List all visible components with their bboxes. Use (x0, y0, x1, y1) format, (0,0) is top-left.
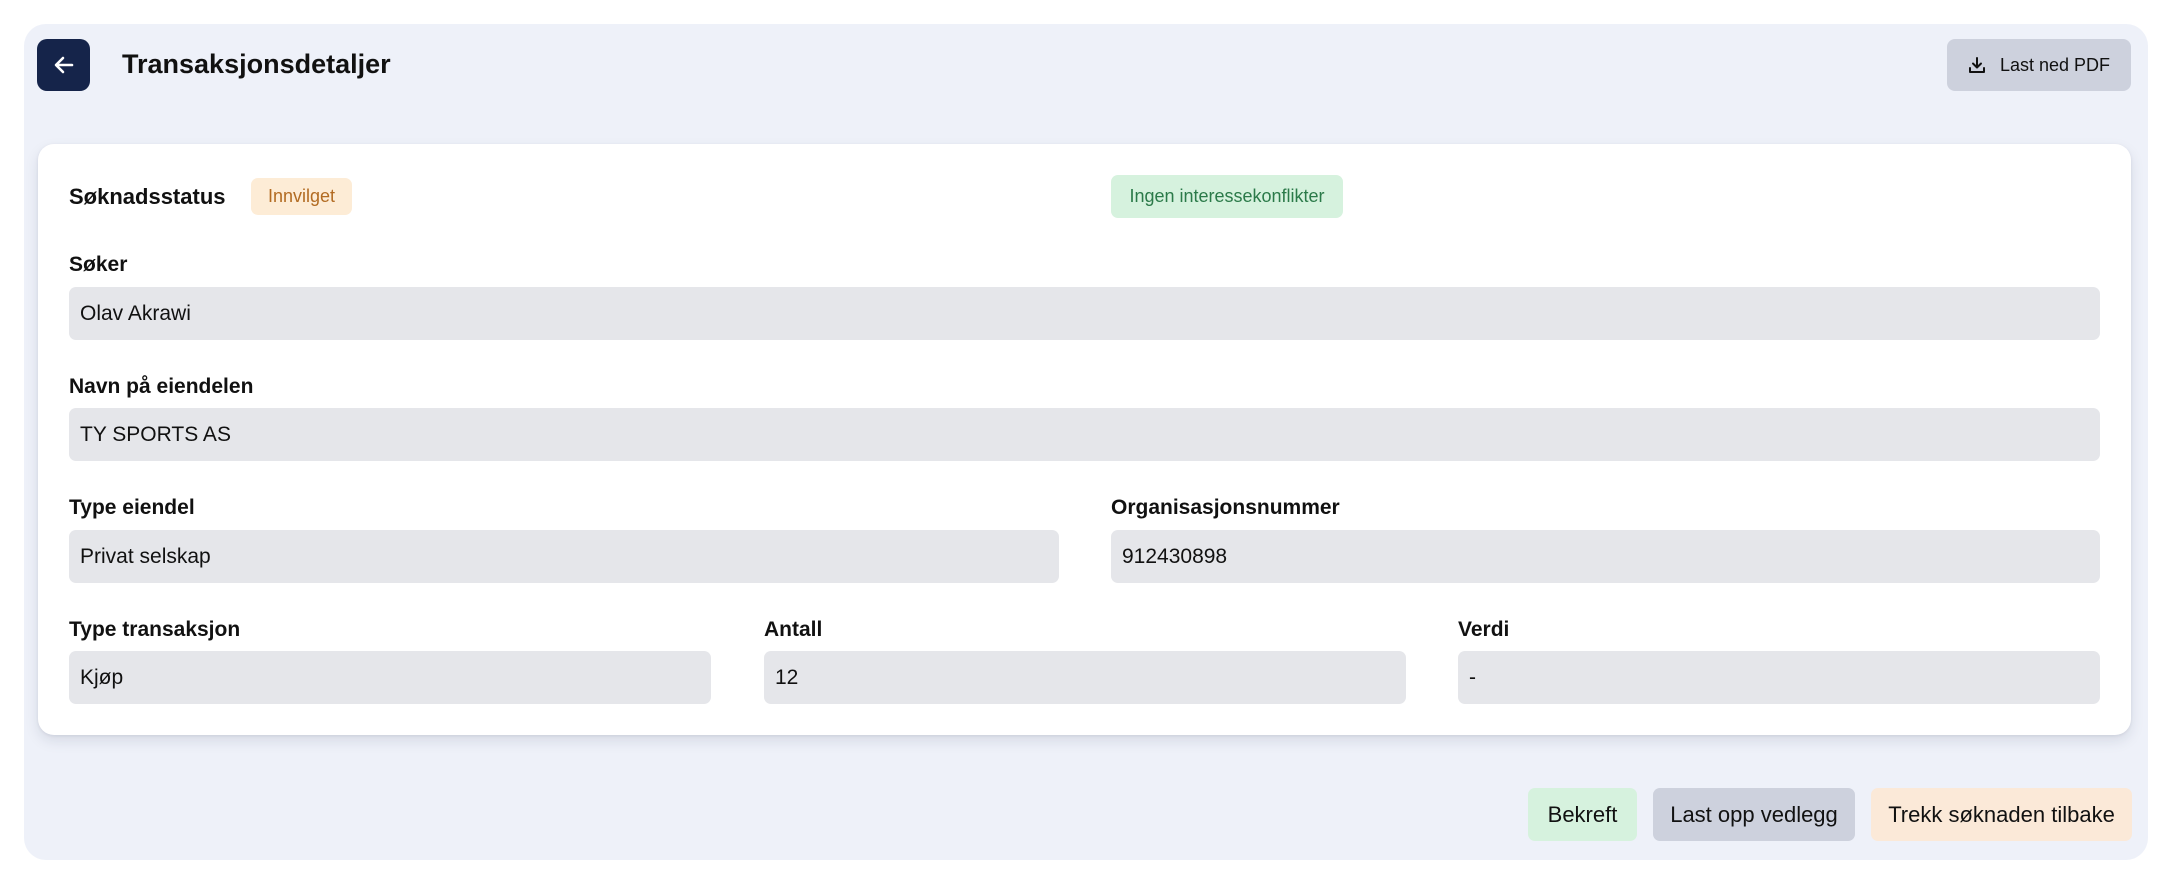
asset-type-label: Type eiendel (69, 496, 195, 519)
withdraw-application-button[interactable]: Trekk søknaden tilbake (1871, 788, 2132, 841)
status-badge: Innvilget (251, 178, 352, 215)
applicant-label: Søker (69, 253, 128, 276)
page-title: Transaksjonsdetaljer (122, 49, 391, 79)
arrow-left-icon (52, 53, 76, 77)
asset-type-field[interactable]: Privat selskap (69, 530, 1059, 583)
asset-name-field[interactable]: TY SPORTS AS (69, 408, 2100, 461)
confirm-button[interactable]: Bekreft (1528, 788, 1637, 841)
value-label: Verdi (1458, 618, 1510, 641)
download-pdf-label: Last ned PDF (1999, 54, 2111, 75)
quantity-label: Antall (764, 618, 823, 641)
upload-attachment-button[interactable]: Last opp vedlegg (1653, 788, 1855, 841)
status-label: Søknadsstatus (69, 184, 226, 209)
value-field[interactable]: - (1458, 651, 2100, 704)
transaction-type-field[interactable]: Kjøp (69, 651, 711, 704)
org-number-label: Organisasjonsnummer (1111, 496, 1340, 519)
transaction-type-label: Type transaksjon (69, 618, 241, 641)
download-pdf-button[interactable]: Last ned PDF (1947, 39, 2131, 91)
applicant-field[interactable]: Olav Akrawi (69, 287, 2100, 340)
download-icon (1968, 56, 1986, 74)
conflict-badge: Ingen interessekonflikter (1111, 175, 1343, 218)
asset-name-label: Navn på eiendelen (69, 375, 254, 398)
back-button[interactable] (37, 39, 90, 91)
quantity-field[interactable]: 12 (764, 651, 1406, 704)
org-number-field[interactable]: 912430898 (1111, 530, 2100, 583)
